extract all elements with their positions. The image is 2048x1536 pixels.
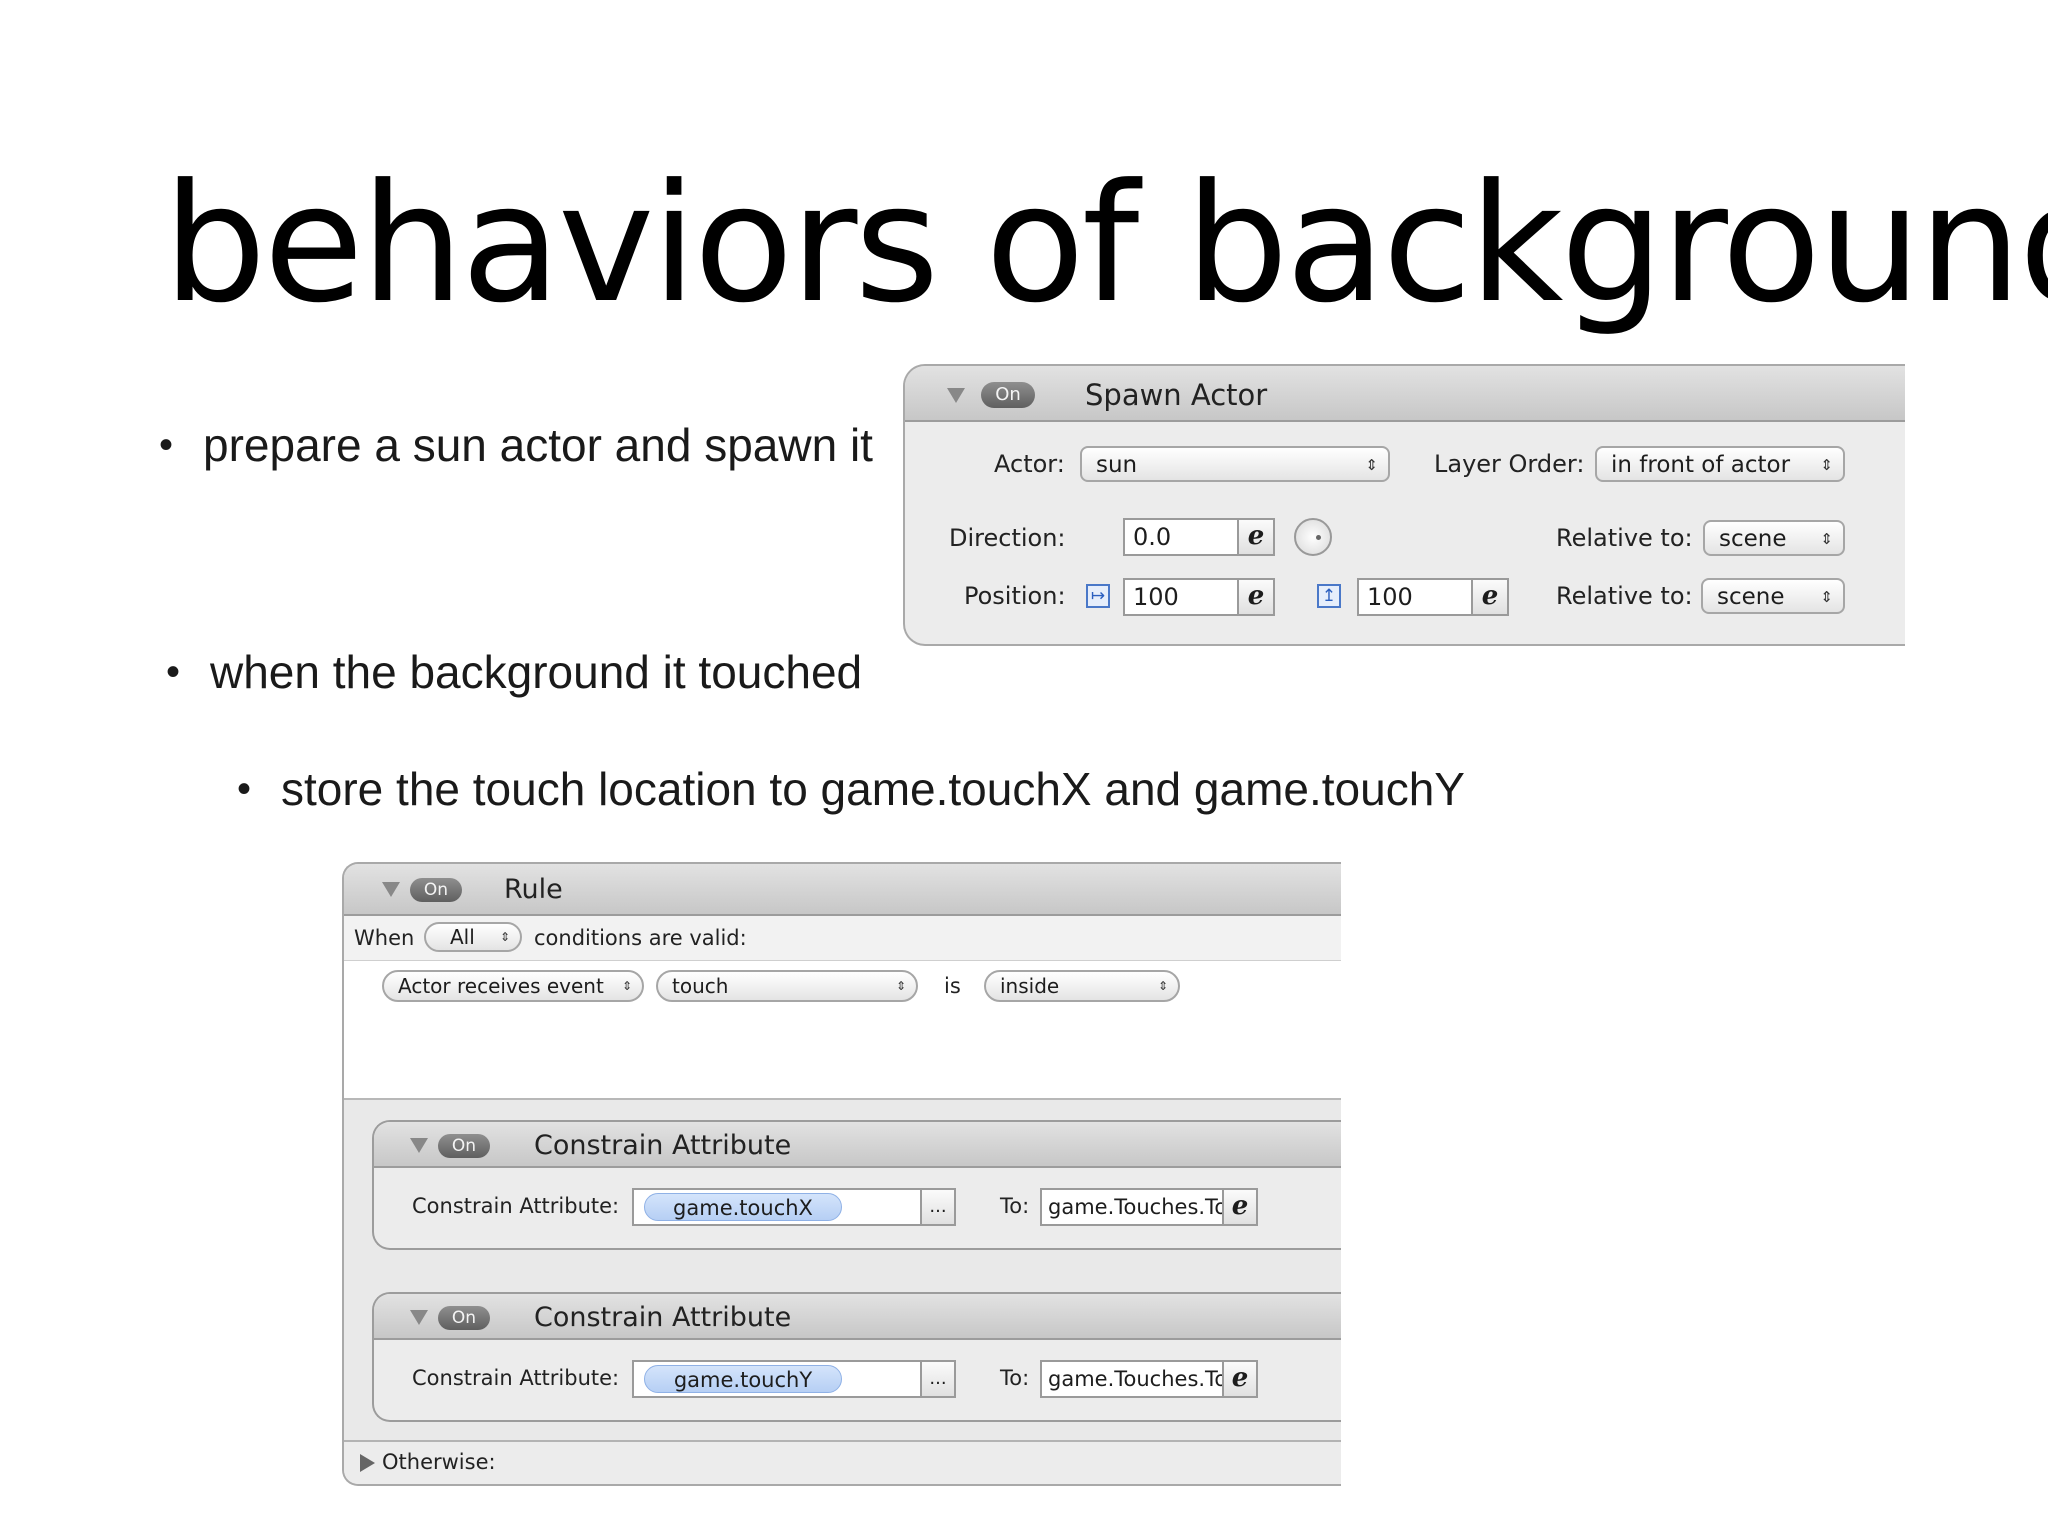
- constrain-1-title: Constrain Attribute: [534, 1130, 792, 1161]
- constrain-1-attr-chip: game.touchX: [644, 1193, 842, 1221]
- disclosure-triangle-icon[interactable]: [410, 1310, 428, 1325]
- layer-order-label: Layer Order:: [1434, 450, 1585, 478]
- condition-location-value: inside: [1000, 974, 1060, 998]
- direction-field[interactable]: 0.0: [1123, 518, 1239, 556]
- popup-arrows-icon: ⇕: [1820, 530, 1833, 548]
- bullet-2-dot: •: [166, 650, 181, 694]
- constrain-2-to-label: To:: [1000, 1366, 1030, 1390]
- disclosure-triangle-collapsed-icon[interactable]: [360, 1454, 375, 1472]
- otherwise-label: Otherwise:: [382, 1450, 496, 1474]
- constrain-2-attr-chip: game.touchY: [644, 1365, 842, 1393]
- conditions-area: When All ⇕ conditions are valid: Actor r…: [344, 916, 1341, 1100]
- constrain-2-attr-field[interactable]: game.touchY: [632, 1360, 922, 1398]
- popup-arrows-icon: ⇕: [1157, 979, 1168, 993]
- position-y-field[interactable]: 100: [1357, 578, 1473, 616]
- constrain-1-attr-label: Constrain Attribute:: [412, 1194, 620, 1218]
- bullet-2-text: when the background it touched: [210, 646, 863, 698]
- spawn-actor-header: On Spawn Actor: [905, 366, 1905, 422]
- on-toggle[interactable]: On: [438, 1306, 490, 1330]
- popup-arrows-icon: ⇕: [1820, 456, 1833, 474]
- constrain-2-more-button[interactable]: ...: [922, 1360, 956, 1398]
- disclosure-triangle-icon[interactable]: [947, 388, 965, 403]
- popup-arrows-icon: ⇕: [621, 979, 632, 993]
- when-label: When: [354, 926, 415, 950]
- actor-select[interactable]: sun ⇕: [1080, 446, 1390, 482]
- constrain-attribute-block-2: On Constrain Attribute Constrain Attribu…: [372, 1292, 1341, 1422]
- relative-to-value-2: scene: [1717, 584, 1785, 610]
- relative-to-value-1: scene: [1719, 526, 1787, 552]
- disclosure-triangle-icon[interactable]: [410, 1138, 428, 1153]
- when-select-value: All: [450, 925, 475, 949]
- layer-order-value: in front of actor: [1611, 452, 1791, 478]
- constrain-1-more-button[interactable]: ...: [922, 1188, 956, 1226]
- layer-order-select[interactable]: in front of actor ⇕: [1595, 446, 1845, 482]
- popup-arrows-icon: ⇕: [1820, 588, 1833, 606]
- direction-label: Direction:: [949, 524, 1066, 552]
- bullet-1-text: prepare a sun actor and spawn it: [203, 419, 873, 471]
- constrain-2-header: On Constrain Attribute: [374, 1294, 1341, 1340]
- condition-location-select[interactable]: inside ⇕: [984, 970, 1180, 1002]
- rule-header: On Rule: [344, 864, 1341, 916]
- position-label: Position:: [964, 582, 1066, 610]
- y-axis-icon: ↥: [1317, 584, 1341, 608]
- direction-dial[interactable]: [1294, 518, 1332, 556]
- bullet-3-text: store the touch location to game.touchX …: [281, 763, 1465, 815]
- relative-to-label-1: Relative to:: [1556, 524, 1693, 552]
- when-select[interactable]: All ⇕: [424, 922, 522, 952]
- direction-expression-button[interactable]: e: [1239, 518, 1275, 556]
- constrain-1-to-label: To:: [1000, 1194, 1030, 1218]
- bullet-1: • prepare a sun actor and spawn it: [159, 418, 873, 472]
- actor-select-value: sun: [1096, 452, 1138, 478]
- constrain-1-attr-field[interactable]: game.touchX: [632, 1188, 922, 1226]
- bullet-3: • store the touch location to game.touch…: [237, 762, 1465, 816]
- bullet-3-dot: •: [237, 767, 252, 811]
- spawn-actor-title: Spawn Actor: [1085, 378, 1268, 412]
- otherwise-row[interactable]: Otherwise:: [344, 1440, 1341, 1484]
- bullet-2: • when the background it touched: [166, 645, 863, 699]
- constrain-1-to-field[interactable]: game.Touches.To: [1040, 1188, 1224, 1226]
- spawn-actor-panel: On Spawn Actor Actor: sun ⇕ Layer Order:…: [903, 364, 1905, 646]
- relative-to-select-2[interactable]: scene ⇕: [1701, 578, 1845, 614]
- position-x-field[interactable]: 100: [1123, 578, 1239, 616]
- rule-panel: On Rule When All ⇕ conditions are valid:…: [342, 862, 1341, 1486]
- slide-title: behaviors of background: [163, 150, 2048, 339]
- on-toggle[interactable]: On: [981, 382, 1035, 408]
- condition-type-value: touch: [672, 974, 729, 998]
- constrain-2-attr-label: Constrain Attribute:: [412, 1366, 620, 1390]
- disclosure-triangle-icon[interactable]: [382, 882, 400, 897]
- popup-arrows-icon: ⇕: [1365, 456, 1378, 474]
- conditions-label: conditions are valid:: [534, 926, 747, 950]
- x-axis-icon: ↦: [1086, 584, 1110, 608]
- constrain-2-to-field[interactable]: game.Touches.To: [1040, 1360, 1224, 1398]
- condition-type-select[interactable]: touch ⇕: [656, 970, 918, 1002]
- constrain-1-expression-button[interactable]: e: [1224, 1188, 1258, 1226]
- constrain-2-title: Constrain Attribute: [534, 1302, 792, 1333]
- rule-title: Rule: [504, 874, 563, 905]
- bullet-1-dot: •: [159, 423, 174, 467]
- condition-event-select[interactable]: Actor receives event ⇕: [382, 970, 644, 1002]
- is-label: is: [944, 974, 961, 998]
- constrain-2-expression-button[interactable]: e: [1224, 1360, 1258, 1398]
- popup-arrows-icon: ⇕: [499, 930, 510, 944]
- position-y-expression-button[interactable]: e: [1473, 578, 1509, 616]
- position-x-expression-button[interactable]: e: [1239, 578, 1275, 616]
- popup-arrows-icon: ⇕: [895, 979, 906, 993]
- condition-event-value: Actor receives event: [398, 974, 604, 998]
- on-toggle[interactable]: On: [410, 878, 462, 902]
- constrain-attribute-block-1: On Constrain Attribute Constrain Attribu…: [372, 1120, 1341, 1250]
- actor-label: Actor:: [994, 450, 1065, 478]
- relative-to-select-1[interactable]: scene ⇕: [1703, 520, 1845, 556]
- constrain-1-header: On Constrain Attribute: [374, 1122, 1341, 1168]
- relative-to-label-2: Relative to:: [1556, 582, 1693, 610]
- on-toggle[interactable]: On: [438, 1134, 490, 1158]
